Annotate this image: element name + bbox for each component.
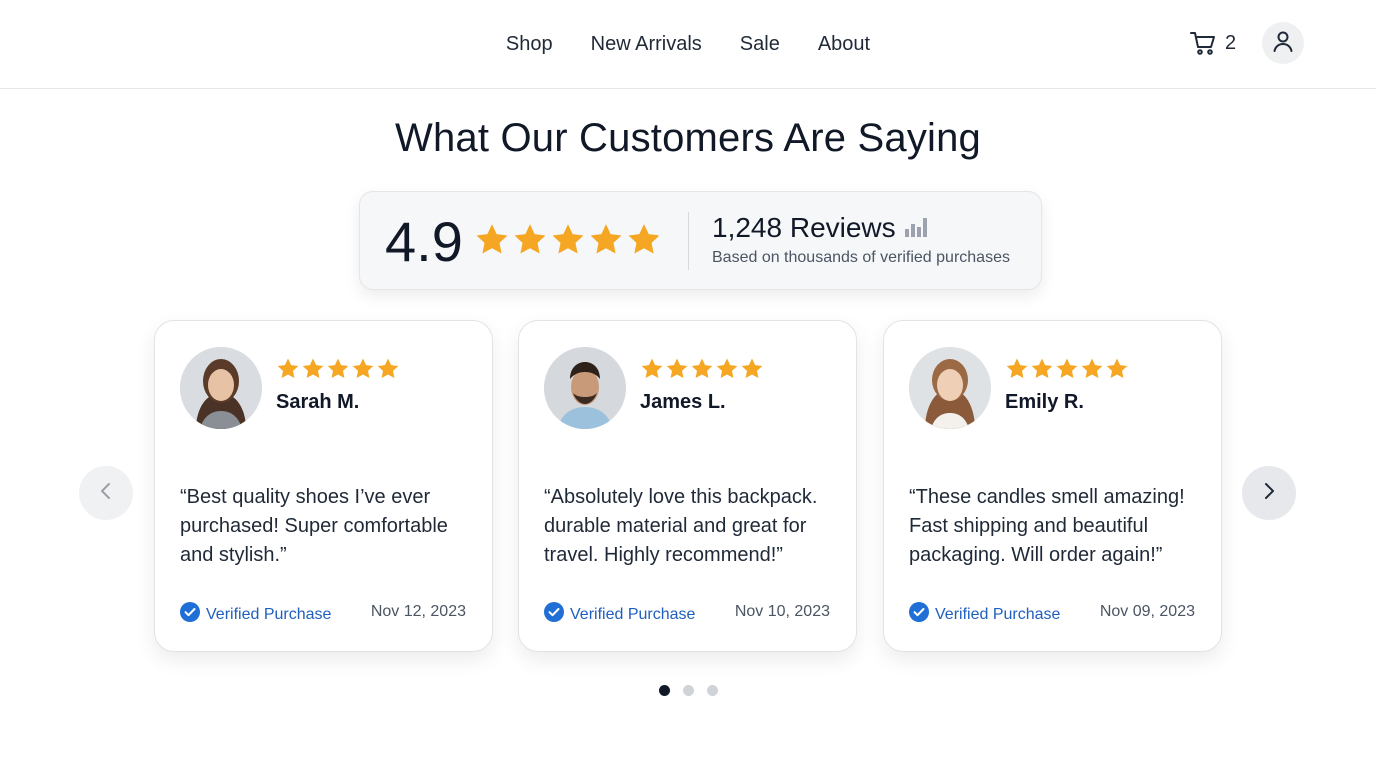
cart-icon — [1189, 29, 1217, 57]
star-icon — [1006, 358, 1028, 378]
review-card: Emily R. “These candles smell amazing! F… — [883, 320, 1222, 652]
reviewer-name: Sarah M. — [276, 391, 360, 413]
nav-link-sale[interactable]: Sale — [740, 33, 780, 56]
carousel-prev-button[interactable] — [79, 466, 133, 520]
reviewer-name: James L. — [640, 391, 726, 413]
review-card: James L. “Absolutely love this backpack.… — [518, 320, 857, 652]
star-icon — [741, 358, 763, 378]
reviewer-name: Emily R. — [1005, 391, 1084, 413]
reviewer-avatar — [909, 347, 991, 429]
star-icon — [1081, 358, 1103, 378]
nav-link-shop[interactable]: Shop — [506, 33, 553, 56]
section-title: What Our Customers Are Saying — [394, 116, 981, 160]
reviewer-avatar — [180, 347, 262, 429]
reviewer-avatar — [544, 347, 626, 429]
star-icon — [691, 358, 713, 378]
review-stars — [1005, 357, 1129, 381]
verified-badge: Verified Purchase — [180, 602, 331, 627]
carousel-dot[interactable] — [682, 685, 694, 696]
carousel-next-button[interactable] — [1242, 466, 1296, 520]
reviews-count-label: 1,248 Reviews — [712, 212, 896, 243]
summary-stars — [474, 222, 662, 258]
star-icon — [716, 358, 738, 378]
check-circle-icon — [180, 602, 200, 627]
star-icon — [352, 358, 374, 378]
review-date: Nov 12, 2023 — [370, 603, 466, 620]
verified-badge: Verified Purchase — [544, 602, 695, 627]
star-icon — [641, 358, 663, 378]
star-icon — [1056, 358, 1078, 378]
divider — [688, 212, 689, 270]
bar-chart-icon — [904, 212, 928, 244]
review-date: Nov 10, 2023 — [734, 603, 830, 620]
star-icon — [302, 358, 324, 378]
review-stars — [640, 357, 764, 381]
star-icon — [1031, 358, 1053, 378]
verified-label: Verified Purchase — [935, 605, 1061, 623]
chevron-left-icon — [96, 481, 116, 506]
user-icon — [1271, 29, 1295, 58]
reviews-subtitle: Based on thousands of verified purchases — [712, 249, 1010, 266]
star-icon — [377, 358, 399, 378]
review-card: Sarah M. “Best quality shoes I’ve ever p… — [154, 320, 493, 652]
review-stars — [276, 357, 400, 381]
star-icon — [277, 358, 299, 378]
carousel-dot[interactable] — [658, 685, 670, 696]
check-circle-icon — [544, 602, 564, 627]
star-icon — [666, 358, 688, 378]
star-icon — [1106, 358, 1128, 378]
carousel-pagination — [0, 685, 1376, 696]
chevron-right-icon — [1259, 481, 1279, 506]
average-rating: 4.9 — [385, 210, 463, 273]
review-text: “These candles smell amazing! Fast shipp… — [909, 486, 1185, 566]
star-icon — [628, 224, 660, 254]
carousel-dot[interactable] — [706, 685, 718, 696]
main-nav: Shop New Arrivals Sale About — [0, 0, 1376, 88]
verified-label: Verified Purchase — [570, 605, 696, 623]
cart-button[interactable]: 2 — [1189, 28, 1236, 58]
verified-label: Verified Purchase — [206, 605, 332, 623]
nav-link-new-arrivals[interactable]: New Arrivals — [591, 33, 702, 56]
check-circle-icon — [909, 602, 929, 627]
site-header: Shop New Arrivals Sale About 2 — [0, 0, 1376, 89]
star-icon — [476, 224, 508, 254]
star-icon — [552, 224, 584, 254]
review-text: “Best quality shoes I’ve ever purchased!… — [180, 486, 448, 566]
star-icon — [327, 358, 349, 378]
nav-link-about[interactable]: About — [818, 33, 870, 56]
rating-summary: 4.9 1,248 Reviews Based on thousands of … — [359, 191, 1042, 290]
star-icon — [514, 224, 546, 254]
review-text: “Absolutely love this backpack. durable … — [544, 486, 818, 566]
star-icon — [590, 224, 622, 254]
verified-badge: Verified Purchase — [909, 602, 1060, 627]
cart-count-badge: 2 — [1225, 31, 1237, 54]
review-date: Nov 09, 2023 — [1099, 603, 1195, 620]
account-button[interactable] — [1262, 22, 1304, 64]
reviews-count: 1,248 Reviews — [712, 212, 928, 244]
